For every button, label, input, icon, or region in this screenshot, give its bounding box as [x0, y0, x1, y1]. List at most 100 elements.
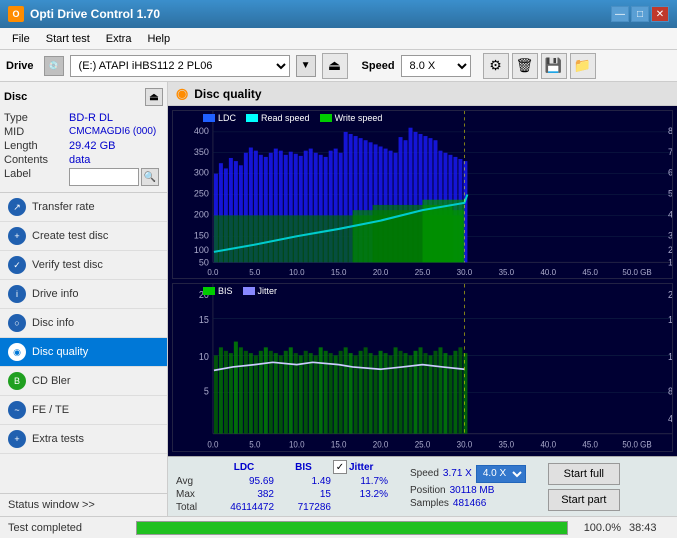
- samples-row: Samples 481466: [410, 498, 526, 509]
- jitter-header: Jitter: [349, 462, 373, 473]
- svg-text:20%: 20%: [668, 289, 672, 301]
- right-panel: ◉ Disc quality LDC Read speed: [168, 82, 677, 516]
- avg-label: Avg: [176, 476, 212, 487]
- start-buttons: Start full Start part: [548, 463, 620, 511]
- speed-value: 3.71 X: [443, 468, 472, 479]
- svg-text:8X: 8X: [668, 126, 672, 136]
- read-speed-color: [246, 114, 258, 122]
- nav-drive-info[interactable]: i Drive info: [0, 280, 167, 309]
- svg-text:200: 200: [194, 209, 209, 219]
- nav-create-test-disc[interactable]: + Create test disc: [0, 222, 167, 251]
- drive-arrow-button[interactable]: ▼: [296, 55, 316, 77]
- mid-value: CMCMAGDI6 (000): [69, 126, 156, 138]
- disc-type-row: Type BD-R DL: [4, 112, 163, 124]
- legend-bis: BIS: [203, 286, 233, 296]
- start-full-button[interactable]: Start full: [548, 463, 620, 485]
- eject-icon[interactable]: ⏏: [322, 53, 348, 79]
- svg-text:25.0: 25.0: [415, 268, 431, 277]
- ldc-avg: 95.69: [214, 476, 274, 487]
- start-part-button[interactable]: Start part: [548, 489, 620, 511]
- nav-fe-te[interactable]: ~ FE / TE: [0, 396, 167, 425]
- status-text: Test completed: [8, 522, 128, 534]
- chart2-svg: 20 15 10 5 20% 16% 12% 8% 4% 0.0 5.0 10.…: [173, 284, 672, 451]
- charts-area: LDC Read speed Write speed: [168, 106, 677, 456]
- nav-disc-quality[interactable]: ◉ Disc quality: [0, 338, 167, 367]
- menu-extra[interactable]: Extra: [98, 31, 140, 47]
- label-label: Label: [4, 168, 69, 186]
- bis-color: [203, 287, 215, 295]
- progress-percent: 100.0%: [576, 522, 621, 534]
- status-window-label: Status window >>: [8, 499, 95, 511]
- legend-read-speed: Read speed: [246, 113, 310, 123]
- samples-value: 481466: [453, 498, 486, 509]
- type-label: Type: [4, 112, 69, 124]
- burn-icon[interactable]: 💾: [541, 53, 567, 79]
- bis-header: BIS: [276, 462, 331, 473]
- disc-label-row: Label 🔍: [4, 168, 163, 186]
- drive-select[interactable]: (E:) ATAPI iHBS112 2 PL06: [70, 55, 290, 77]
- menu-help[interactable]: Help: [139, 31, 178, 47]
- menu-file[interactable]: File: [4, 31, 38, 47]
- svg-text:30.0: 30.0: [457, 268, 473, 277]
- legend-ldc-label: LDC: [218, 113, 236, 123]
- svg-text:5: 5: [204, 386, 209, 398]
- close-button[interactable]: ✕: [651, 6, 669, 22]
- mid-label: MID: [4, 126, 69, 138]
- disc-eject-button[interactable]: ⏏: [145, 88, 163, 106]
- nav-disc-info[interactable]: ○ Disc info: [0, 309, 167, 338]
- nav-cd-bler[interactable]: B CD Bler: [0, 367, 167, 396]
- nav-create-test-disc-label: Create test disc: [32, 230, 108, 242]
- options-icon[interactable]: ⚙: [483, 53, 509, 79]
- disc-contents-row: Contents data: [4, 154, 163, 166]
- quality-title: Disc quality: [194, 87, 261, 101]
- contents-label: Contents: [4, 154, 69, 166]
- toolbar-icons: ⚙ 🗑 💾 📁: [483, 53, 596, 79]
- menu-start-test[interactable]: Start test: [38, 31, 98, 47]
- speed-pos-section: Speed 3.71 X 4.0 X Position 30118 MB Sam…: [410, 465, 526, 509]
- maximize-button[interactable]: □: [631, 6, 649, 22]
- svg-text:50.0 GB: 50.0 GB: [622, 268, 652, 277]
- nav-verify-test-disc-label: Verify test disc: [32, 259, 103, 271]
- svg-text:20.0: 20.0: [373, 268, 389, 277]
- length-value: 29.42 GB: [69, 140, 115, 152]
- nav-extra-tests[interactable]: + Extra tests: [0, 425, 167, 454]
- svg-text:0.0: 0.0: [207, 268, 219, 277]
- svg-text:4X: 4X: [668, 209, 672, 219]
- length-label: Length: [4, 140, 69, 152]
- svg-text:15.0: 15.0: [331, 268, 347, 277]
- nav-transfer-rate[interactable]: ↗ Transfer rate: [0, 193, 167, 222]
- label-search-button[interactable]: 🔍: [141, 168, 159, 186]
- legend-jitter-label: Jitter: [258, 286, 278, 296]
- legend-ldc: LDC: [203, 113, 236, 123]
- svg-text:5.0: 5.0: [249, 439, 260, 450]
- erase-icon[interactable]: 🗑: [512, 53, 538, 79]
- type-value: BD-R DL: [69, 112, 113, 124]
- minimize-button[interactable]: —: [611, 6, 629, 22]
- nav-items: ↗ Transfer rate + Create test disc ✓ Ver…: [0, 193, 167, 493]
- svg-text:25.0: 25.0: [415, 439, 431, 450]
- drive-icon: 💿: [44, 56, 64, 76]
- jitter-avg: 11.7%: [333, 476, 388, 487]
- label-input[interactable]: [69, 168, 139, 186]
- svg-text:40.0: 40.0: [540, 439, 556, 450]
- svg-text:250: 250: [194, 188, 209, 198]
- save-icon[interactable]: 📁: [570, 53, 596, 79]
- disc-panel: Disc ⏏ Type BD-R DL MID CMCMAGDI6 (000) …: [0, 82, 167, 193]
- disc-length-row: Length 29.42 GB: [4, 140, 163, 152]
- speed-select[interactable]: 4.0 X: [476, 465, 526, 483]
- quality-icon: ◉: [176, 85, 188, 102]
- bis-max: 15: [276, 489, 331, 500]
- speed-label: Speed: [362, 60, 395, 72]
- drive-info-icon: i: [8, 285, 26, 303]
- window-controls: — □ ✕: [611, 6, 669, 22]
- svg-text:10.0: 10.0: [289, 439, 305, 450]
- speed-select[interactable]: 8.0 X: [401, 55, 471, 77]
- status-window-button[interactable]: Status window >>: [0, 493, 167, 516]
- nav-transfer-rate-label: Transfer rate: [32, 201, 95, 213]
- quality-header: ◉ Disc quality: [168, 82, 677, 106]
- jitter-checkbox[interactable]: ✓: [333, 460, 347, 474]
- nav-verify-test-disc[interactable]: ✓ Verify test disc: [0, 251, 167, 280]
- svg-text:1X: 1X: [668, 257, 672, 267]
- svg-text:6X: 6X: [668, 168, 672, 178]
- transfer-rate-icon: ↗: [8, 198, 26, 216]
